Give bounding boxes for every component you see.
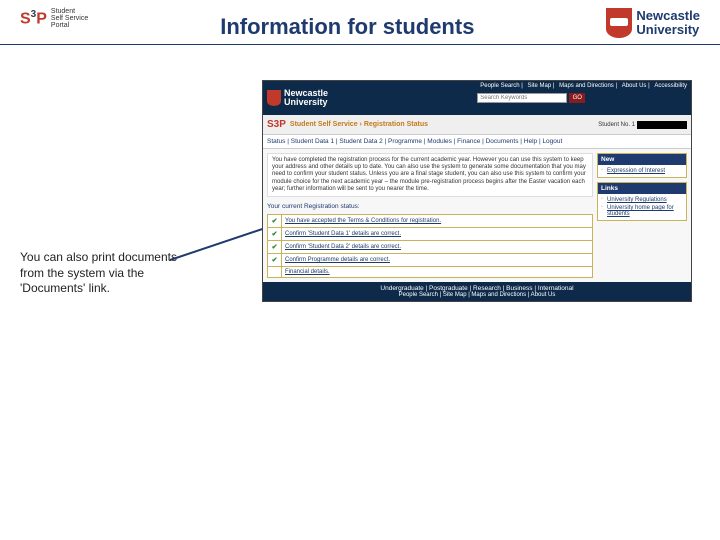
status-table: ✔ You have accepted the Terms & Condition… <box>267 214 593 278</box>
portal-screenshot: Newcastle University People Search | Sit… <box>262 80 692 302</box>
table-row: Financial details. <box>268 266 593 277</box>
uni-name-1: Newcastle <box>636 9 700 23</box>
status-link[interactable]: Confirm 'Student Data 1' details are cor… <box>282 227 593 240</box>
status-link[interactable]: Confirm 'Student Data 2' details are cor… <box>282 240 593 253</box>
search-go-button[interactable]: GO <box>569 93 585 103</box>
table-row: ✔ Confirm 'Student Data 1' details are co… <box>268 227 593 240</box>
ss-uni-logo: Newcastle University <box>267 83 328 113</box>
side-heading: Links <box>598 183 686 194</box>
redacted-block <box>637 121 687 129</box>
ss-breadcrumb-bar: S3P Student Self Service › Registration … <box>263 115 691 135</box>
check-icon: ✔ <box>272 257 278 264</box>
table-row: ✔ Confirm Programme details are correct. <box>268 253 593 266</box>
search-input[interactable] <box>477 93 567 103</box>
toplink[interactable]: Site Map <box>528 83 552 89</box>
intro-paragraph: You have completed the registration proc… <box>267 153 593 197</box>
breadcrumb: Student Self Service › Registration Stat… <box>290 121 428 128</box>
footer-row-1[interactable]: Undergraduate | Postgraduate | Research … <box>263 285 691 292</box>
toplink[interactable]: People Search <box>480 83 519 89</box>
s3p-mark: S3P <box>20 9 47 28</box>
status-heading: Your current Registration status: <box>267 201 593 214</box>
side-link[interactable]: University Regulations <box>601 196 683 204</box>
s3p-sub: Student Self Service Portal <box>51 8 88 29</box>
status-link[interactable]: You have accepted the Terms & Conditions… <box>282 214 593 227</box>
status-link[interactable]: Financial details. <box>282 266 593 277</box>
status-link[interactable]: Confirm Programme details are correct. <box>282 253 593 266</box>
ss-s3p-logo: S3P <box>267 119 286 130</box>
side-box-links: Links University Regulations University … <box>597 182 687 221</box>
check-icon: ✔ <box>272 231 278 238</box>
ss-topbar: Newcastle University People Search | Sit… <box>263 81 691 115</box>
toplink[interactable]: Maps and Directions <box>559 83 614 89</box>
slide-caption: You can also print documents from the sy… <box>20 250 200 297</box>
ss-top-links: People Search | Site Map | Maps and Dire… <box>477 83 687 89</box>
page-title: Information for students <box>220 14 474 40</box>
side-link[interactable]: University home page for students <box>601 204 683 218</box>
shield-icon <box>267 90 281 106</box>
side-box-new: New Expression of Interest <box>597 153 687 178</box>
ss-uni2: University <box>284 98 328 107</box>
table-row: ✔ Confirm 'Student Data 2' details are co… <box>268 240 593 253</box>
university-logo: Newcastle University <box>606 8 700 38</box>
ss-tab-nav[interactable]: Status | Student Data 1 | Student Data 2… <box>263 135 691 149</box>
check-icon: ✔ <box>272 244 278 251</box>
check-icon: ✔ <box>272 218 278 225</box>
side-link[interactable]: Expression of Interest <box>601 167 683 175</box>
student-no-label: Student No. 1 <box>598 122 635 128</box>
table-row: ✔ You have accepted the Terms & Condition… <box>268 214 593 227</box>
side-heading: New <box>598 154 686 165</box>
s3p-logo: S3P Student Self Service Portal <box>20 8 88 29</box>
toplink[interactable]: About Us <box>622 83 647 89</box>
footer-row-2[interactable]: People Search | Site Map | Maps and Dire… <box>263 292 691 298</box>
shield-icon <box>606 8 632 38</box>
toplink[interactable]: Accessibility <box>654 83 687 89</box>
ss-footer: Undergraduate | Postgraduate | Research … <box>263 282 691 301</box>
uni-name-2: University <box>636 23 700 37</box>
